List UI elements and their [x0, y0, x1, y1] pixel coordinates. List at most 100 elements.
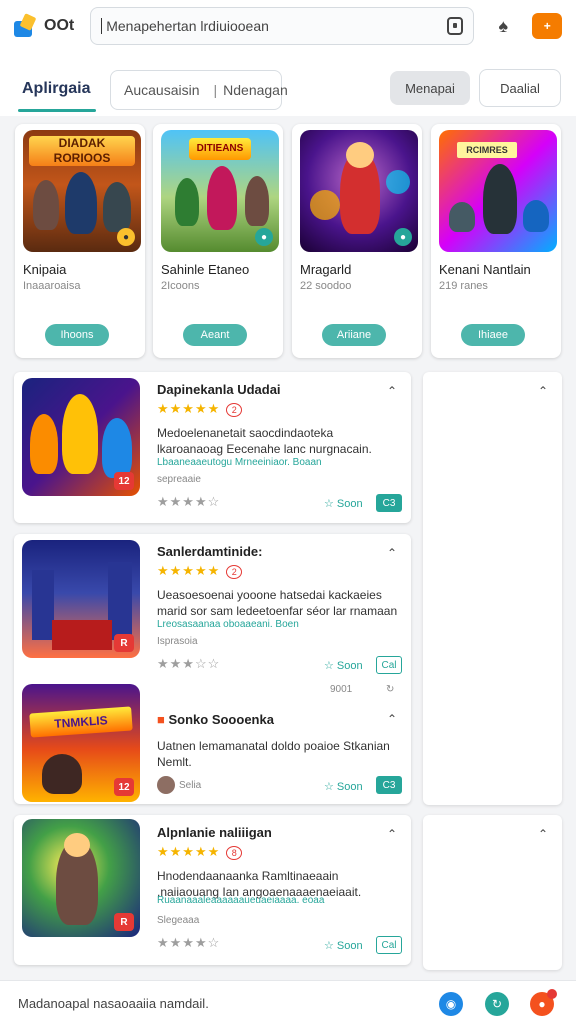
game-subtitle: 219 ranes — [439, 280, 488, 292]
play-button[interactable]: Ariiane — [322, 324, 386, 346]
game-art: ● — [300, 130, 418, 252]
rating-count: 2 — [226, 403, 243, 417]
avatar[interactable] — [157, 776, 175, 794]
chevron-up-icon[interactable]: ⌃ — [385, 546, 399, 560]
chat-icon[interactable]: ◉ — [439, 992, 463, 1016]
segment-right[interactable]: Ndenagan — [223, 82, 288, 98]
game-meta: Selia — [179, 780, 202, 791]
footer-status: Madanoapal nasaoaaiia namdail. — [18, 996, 209, 1011]
featured-card[interactable]: RCIMRES Kenani Nantlain 219 ranes Ihiaee — [431, 124, 561, 358]
tab-active[interactable]: Aplirgaia — [22, 80, 90, 98]
gift-icon[interactable]: + — [532, 13, 563, 39]
game-description: Medoelenanetait saocdindaoteka lkaroanao… — [157, 426, 372, 456]
lock-icon[interactable] — [447, 17, 464, 35]
game-art: R — [22, 540, 140, 658]
search-bar[interactable] — [90, 7, 475, 45]
art-title-text: DIADAK RORIOOS — [29, 136, 135, 166]
segment-left[interactable]: Aucausaisin — [124, 82, 200, 98]
game-description: Uatnen lemamanatal doldo poaioe Stkanian… — [157, 739, 390, 769]
game-title: ■ Sonko Soooenka — [157, 712, 274, 727]
game-art: DITIEANS ● — [161, 130, 279, 252]
play-button[interactable]: Ihoons — [45, 324, 109, 346]
game-title: Alpnlanie naliiigan — [157, 825, 272, 840]
user-rating: ★★★★☆ — [157, 935, 221, 950]
bell-icon[interactable]: ♠ — [492, 15, 514, 37]
price-tag: 12 — [114, 778, 134, 796]
game-art: 12 — [22, 378, 140, 496]
link-icon[interactable]: ↻ — [386, 684, 394, 695]
featured-card[interactable]: DITIEANS ● Sahinle Etaneo 2Icoons Aeant — [153, 124, 283, 358]
filter-pill-gray[interactable]: Menapai — [390, 71, 470, 105]
user-rating: ★★★★☆ — [157, 494, 221, 509]
featured-card[interactable]: ● Mragarld 22 soodoo Ariiane — [292, 124, 422, 358]
chevron-up-icon[interactable]: ⌃ — [536, 384, 550, 398]
game-title: Dapinekanla Udadai — [157, 382, 281, 397]
bottom-bar: Madanoapal nasaoaaiia namdail. ◉ ↻ ● — [0, 980, 576, 1024]
action-box[interactable]: C3 — [376, 776, 402, 794]
developer-link[interactable]: Ruaanaaaleaaaaaaueuaeiaaaa. eoaa — [157, 895, 324, 906]
game-art: TNMKLIS 12 — [22, 684, 140, 802]
star-rating: ★★★★★ 2 — [157, 563, 243, 579]
price-tag: R — [114, 913, 134, 931]
chevron-up-icon[interactable]: ⌃ — [536, 827, 550, 841]
refresh-icon[interactable]: ↻ — [485, 992, 509, 1016]
developer-link[interactable]: Lbaaneaaeutogu Mrneeiniaor. Boaan — [157, 457, 322, 468]
art-title-text: DITIEANS — [189, 138, 251, 160]
side-panel: ⌃ — [423, 815, 562, 970]
save-button[interactable]: ☆ Soon — [324, 939, 363, 952]
game-art: DIADAK RORIOOS ● — [23, 130, 141, 252]
action-box[interactable]: C3 — [376, 494, 402, 512]
save-button[interactable]: ☆ Soon — [324, 497, 363, 510]
tab-row: Aplirgaia Aucausaisin | Ndenagan Menapai… — [0, 52, 576, 116]
tab-underline — [18, 109, 96, 112]
game-list-item[interactable]: 12 Dapinekanla Udadai ⌃ ★★★★★ 2 Medoelena… — [14, 372, 411, 523]
game-title: Knipaia — [23, 262, 67, 277]
price-tag: 12 — [114, 472, 134, 490]
game-list-group: R Sanlerdamtinide: ⌃ ★★★★★ 2 Ueasoesoenai… — [14, 534, 411, 804]
game-meta: Slegeaaa — [157, 915, 200, 926]
chevron-up-icon[interactable]: ⌃ — [385, 827, 399, 841]
top-bar: OOt ♠ + — [0, 0, 576, 52]
notification-dot — [547, 989, 557, 999]
star-rating: ★★★★★ 2 — [157, 401, 243, 417]
save-label: Soon — [336, 781, 363, 793]
save-button[interactable]: ☆ Soon — [324, 659, 363, 672]
game-art: RCIMRES — [439, 130, 557, 252]
user-rating: ★★★☆☆ — [157, 656, 221, 671]
badge-icon: ● — [394, 228, 412, 246]
art-title-text: RCIMRES — [457, 142, 517, 158]
text-cursor — [101, 18, 103, 34]
brand-name: OOt — [44, 17, 75, 34]
chevron-up-icon[interactable]: ⌃ — [385, 712, 399, 726]
app-logo-icon[interactable] — [12, 13, 38, 39]
game-description: Ueasoesoenai yooone hatsedai kackaeies m… — [157, 588, 398, 618]
game-title-text: Sonko Soooenka — [168, 712, 274, 727]
save-button[interactable]: ☆ Soon — [324, 780, 363, 793]
badge-icon: ● — [255, 228, 273, 246]
game-subtitle: 22 soodoo — [300, 280, 352, 292]
developer-link[interactable]: Lreosasaanaa oboaaeani. Boen — [157, 619, 299, 630]
filter-pill-white[interactable]: Daalial — [479, 69, 561, 107]
play-button[interactable]: Aeant — [183, 324, 247, 346]
chevron-up-icon[interactable]: ⌃ — [385, 384, 399, 398]
action-box[interactable]: Cal — [376, 656, 402, 674]
badge-icon: ● — [117, 228, 135, 246]
game-subtitle: Inaaaroaisa — [23, 280, 81, 292]
game-list-item[interactable]: R Alpnlanie naliiigan ⌃ ★★★★★ 8 Hnodendaa… — [14, 815, 411, 965]
game-title: Sahinle Etaneo — [161, 262, 250, 277]
featured-card[interactable]: DIADAK RORIOOS ● Knipaia Inaaaroaisa Iho… — [15, 124, 145, 358]
game-title: Sanlerdamtinide: — [157, 544, 263, 559]
game-title: Kenani Nantlain — [439, 262, 531, 277]
segmented-control[interactable]: Aucausaisin | Ndenagan — [110, 70, 288, 110]
game-title: Mragarld — [300, 262, 352, 277]
game-art: R — [22, 819, 140, 937]
side-panel: ⌃ — [423, 372, 562, 805]
search-input[interactable] — [106, 18, 448, 34]
fire-icon: ■ — [157, 712, 165, 727]
play-button[interactable]: Ihiaee — [461, 324, 525, 346]
art-title-text: TNMKLIS — [29, 706, 133, 738]
save-label: Soon — [336, 940, 363, 952]
save-label: Soon — [336, 498, 363, 510]
game-subtitle: 2Icoons — [161, 280, 200, 292]
action-box[interactable]: Cal — [376, 936, 402, 954]
